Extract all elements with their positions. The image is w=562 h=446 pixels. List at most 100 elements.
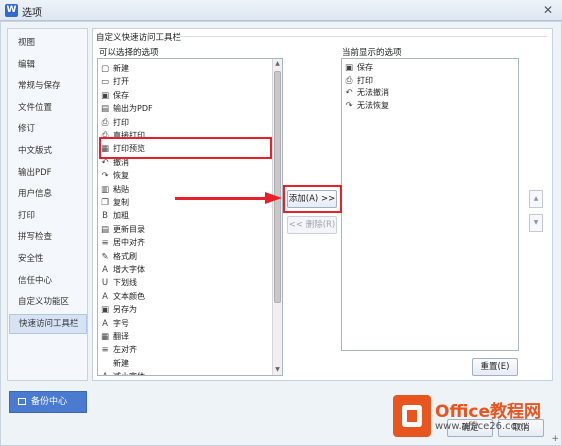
available-item-label: 打印 [113,117,129,127]
available-list-item[interactable]: A 增大字体 [100,263,145,276]
available-item-label: 翻译 [113,332,129,341]
pointer-arrow-icon [265,192,282,204]
sidebar-item[interactable]: 中文版式 [9,141,87,161]
sidebar-item[interactable]: 输出PDF [9,163,87,183]
sidebar-item[interactable]: 拼写检查 [9,227,87,247]
title-bar: W 选项 ✕ [0,0,562,21]
available-list-item[interactable]: ❐ 复制 [100,196,129,209]
align-center-icon: ≡ [101,238,109,249]
close-button[interactable]: ✕ [540,3,556,17]
sidebar-item[interactable]: 文件位置 [9,98,87,118]
sidebar-item[interactable]: 安全性 [9,249,87,269]
available-item-label: 左对齐 [113,345,137,355]
printer-icon: ⎙ [101,117,109,128]
reset-button[interactable]: 重置(E) [472,358,518,376]
sidebar-item[interactable]: 信任中心 [9,271,87,291]
pdf-icon: ▤ [100,104,110,115]
available-list-item[interactable]: ✎ 格式刷 [100,250,137,263]
translate-icon: ▦ [100,332,110,342]
sidebar-item[interactable]: 修订 [9,119,87,139]
section-title: 自定义快速访问工具栏 [96,33,182,43]
available-list-item[interactable]: ▢ 新建 [100,62,129,75]
available-list-item[interactable]: ▦ 翻译 [100,330,129,343]
redo-icon: ↷ [101,171,109,182]
current-item-label: 保存 [357,63,373,72]
corner-mark: + [551,434,559,444]
available-list-item[interactable]: ▥ 粘贴 [100,183,129,196]
available-list-item[interactable]: A 文本颜色 [100,290,145,303]
available-list-item[interactable]: ▣ 另存为 [100,303,137,316]
sidebar-item[interactable]: 视图 [9,33,87,53]
available-list-item[interactable]: ▣ 保存 [100,89,129,102]
move-down-button[interactable]: ▼ [529,214,543,232]
underline-icon: U [101,278,109,289]
available-list-item[interactable]: A减小字体 [100,370,145,375]
current-options-list[interactable]: ▣ 保存 ⎙ 打印 ↶ 无法撤消 ↷ 无法恢复 [341,58,519,351]
move-up-button[interactable]: ▲ [529,190,543,208]
paste-icon: ▥ [100,184,110,195]
available-item-label: 增大字体 [113,265,145,274]
available-list-item[interactable]: A 字号 [100,317,129,330]
available-item-label: 加粗 [113,211,129,221]
available-list-item[interactable]: ▭ 打开 [100,75,129,88]
available-list-item[interactable]: ↷ 恢复 [100,169,129,182]
section-divider [180,36,547,37]
highlight-add-button [283,185,342,213]
available-list-item[interactable]: ⎙ 打印 [100,116,129,129]
font-size-icon: A [102,318,108,329]
available-options-label: 可以选择的选项 [99,48,159,58]
sidebar-item[interactable]: 用户信息 [9,184,87,204]
available-list-item[interactable]: ▤ 更新目录 [100,223,145,236]
watermark: Office教程网 www.office26.com [391,393,559,443]
available-item-label: 减小字体 [113,372,145,375]
backup-center-button[interactable]: 备份中心 [9,391,87,413]
sidebar-item[interactable]: 编辑 [9,55,87,75]
open-folder-icon: ▭ [100,77,110,88]
available-options-list[interactable]: ▲ ▼ ▢ 新建 ▭ 打开 ▣ 保存 ▤ 输出为PDF ⎙ 打印 ⎙ 直接打印 ▦ 打印预览 ↶ 撤消 ↷ 恢复 ▥… [97,58,283,376]
shrink-font-icon: A [100,371,110,375]
available-item-label: 下划线 [113,278,137,288]
scroll-thumb[interactable] [274,71,281,303]
available-item-label: 新建 [113,358,129,368]
format-painter-icon: ✎ [101,251,109,262]
available-list-item[interactable]: 新建 [100,357,129,370]
grow-font-icon: A [102,265,108,275]
new-doc-icon: ▢ [100,64,110,74]
window-title: 选项 [22,8,42,19]
available-item-label: 文本颜色 [113,291,145,301]
sidebar-item[interactable]: 自定义功能区 [9,292,87,312]
current-list-item[interactable]: ▣ 保存 [344,61,373,74]
available-item-label: 新建 [113,64,129,73]
current-list-item[interactable]: ↶ 无法撤消 [344,86,389,99]
scroll-down-icon[interactable]: ▼ [273,365,282,375]
sidebar-item[interactable]: 常规与保存 [9,76,87,96]
sidebar-item[interactable]: 打印 [9,206,87,226]
available-list-item[interactable]: U 下划线 [100,276,137,289]
available-list-item[interactable]: ≡ 左对齐 [100,343,137,356]
current-item-label: 打印 [357,75,373,85]
scroll-up-icon[interactable]: ▲ [273,59,282,69]
pointer-arrow-shaft [175,197,267,200]
sidebar-item[interactable]: 快速访问工具栏 [9,313,87,334]
available-list-item[interactable]: ▤ 输出为PDF [100,102,153,115]
office-logo-icon [393,395,431,437]
bold-icon: B [102,211,108,222]
current-options-label: 当前显示的选项 [342,48,402,58]
remove-button[interactable]: << 删除(R) [287,216,337,234]
available-item-label: 居中对齐 [113,238,145,248]
redo-icon: ↷ [345,100,353,111]
save-icon: ▣ [100,90,110,101]
available-item-label: 输出为PDF [113,104,153,114]
watermark-title: Office教程网 [435,402,542,422]
available-item-label: 撤消 [113,157,129,167]
available-item-label: 格式刷 [113,251,137,261]
available-item-label: 恢复 [113,171,129,181]
available-list-item[interactable]: B 加粗 [100,209,129,222]
available-list-item[interactable]: ≡ 居中对齐 [100,236,145,249]
backup-icon [18,398,26,405]
highlight-selected-item [99,137,272,159]
current-list-item[interactable]: ⎙ 打印 [344,74,373,87]
available-list-scrollbar[interactable]: ▲ ▼ [272,59,282,375]
current-list-item[interactable]: ↷ 无法恢复 [344,99,389,112]
available-item-label: 粘贴 [113,184,129,194]
